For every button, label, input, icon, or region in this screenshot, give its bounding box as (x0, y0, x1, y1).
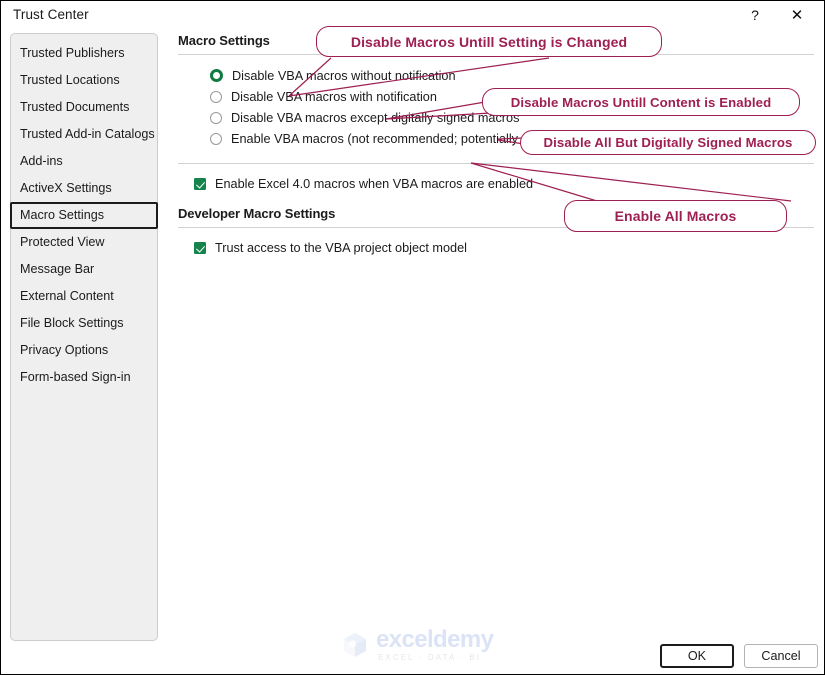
checkbox-row-vba-project-trust[interactable]: Trust access to the VBA project object m… (194, 237, 814, 258)
sidebar-item-protected-view[interactable]: Protected View (11, 229, 157, 256)
checkbox-label-excel4-macros: Enable Excel 4.0 macros when VBA macros … (215, 176, 534, 191)
close-icon[interactable]: ✕ (782, 4, 812, 26)
callout-disable-until-setting-changed: Disable Macros Untill Setting is Changed (316, 26, 662, 57)
radio-label-disable-except-signed: Disable VBA macros except digitally sign… (231, 110, 520, 125)
checkbox-row-excel4-macros[interactable]: Enable Excel 4.0 macros when VBA macros … (194, 173, 814, 194)
window-title: Trust Center (13, 7, 89, 22)
cancel-button[interactable]: Cancel (744, 644, 818, 668)
sidebar-item-privacy-options[interactable]: Privacy Options (11, 337, 157, 364)
sidebar-item-trusted-publishers[interactable]: Trusted Publishers (11, 40, 157, 67)
sidebar-item-add-ins[interactable]: Add-ins (11, 148, 157, 175)
callout-enable-all-macros: Enable All Macros (564, 200, 787, 232)
sidebar-item-trusted-documents[interactable]: Trusted Documents (11, 94, 157, 121)
watermark-brand-name: exceldemy (376, 626, 494, 653)
radio-label-disable-without-notification: Disable VBA macros without notification (232, 68, 456, 83)
sidebar-item-external-content[interactable]: External Content (11, 283, 157, 310)
radio-disable-except-signed-icon[interactable] (210, 111, 222, 124)
checkbox-vba-project-trust-icon[interactable] (194, 241, 206, 254)
category-sidebar: Trusted Publishers Trusted Locations Tru… (10, 33, 158, 641)
radio-label-disable-with-notification: Disable VBA macros with notification (231, 89, 437, 104)
sidebar-item-macro-settings[interactable]: Macro Settings (10, 202, 158, 229)
radio-enable-all-icon[interactable] (210, 132, 222, 145)
sidebar-item-message-bar[interactable]: Message Bar (11, 256, 157, 283)
radio-disable-without-notification-icon[interactable] (210, 69, 223, 82)
exceldemy-watermark: exceldemy EXCEL · DATA · BI (340, 626, 494, 662)
sidebar-item-form-based-sign-in[interactable]: Form-based Sign-in (11, 364, 157, 391)
trust-center-dialog: Trust Center ? ✕ Trusted Publishers Trus… (0, 0, 825, 675)
sidebar-item-trusted-locations[interactable]: Trusted Locations (11, 67, 157, 94)
sidebar-item-trusted-add-in-catalogs[interactable]: Trusted Add-in Catalogs (11, 121, 157, 148)
ok-button[interactable]: OK (660, 644, 734, 668)
callout-disable-all-but-signed: Disable All But Digitally Signed Macros (520, 130, 816, 155)
watermark-tagline: EXCEL · DATA · BI (378, 653, 482, 662)
radio-disable-with-notification-icon[interactable] (210, 90, 222, 103)
help-icon[interactable]: ? (740, 4, 770, 26)
sidebar-item-activex-settings[interactable]: ActiveX Settings (11, 175, 157, 202)
callout-disable-until-content-enabled: Disable Macros Untill Content is Enabled (482, 88, 800, 116)
title-bar: Trust Center ? ✕ (1, 0, 824, 28)
exceldemy-logo-icon (344, 633, 366, 657)
radio-row-disable-without-notification[interactable]: Disable VBA macros without notification (210, 65, 814, 86)
sidebar-item-file-block-settings[interactable]: File Block Settings (11, 310, 157, 337)
checkbox-label-vba-project-trust: Trust access to the VBA project object m… (215, 240, 467, 255)
checkbox-excel4-macros-icon[interactable] (194, 177, 206, 190)
